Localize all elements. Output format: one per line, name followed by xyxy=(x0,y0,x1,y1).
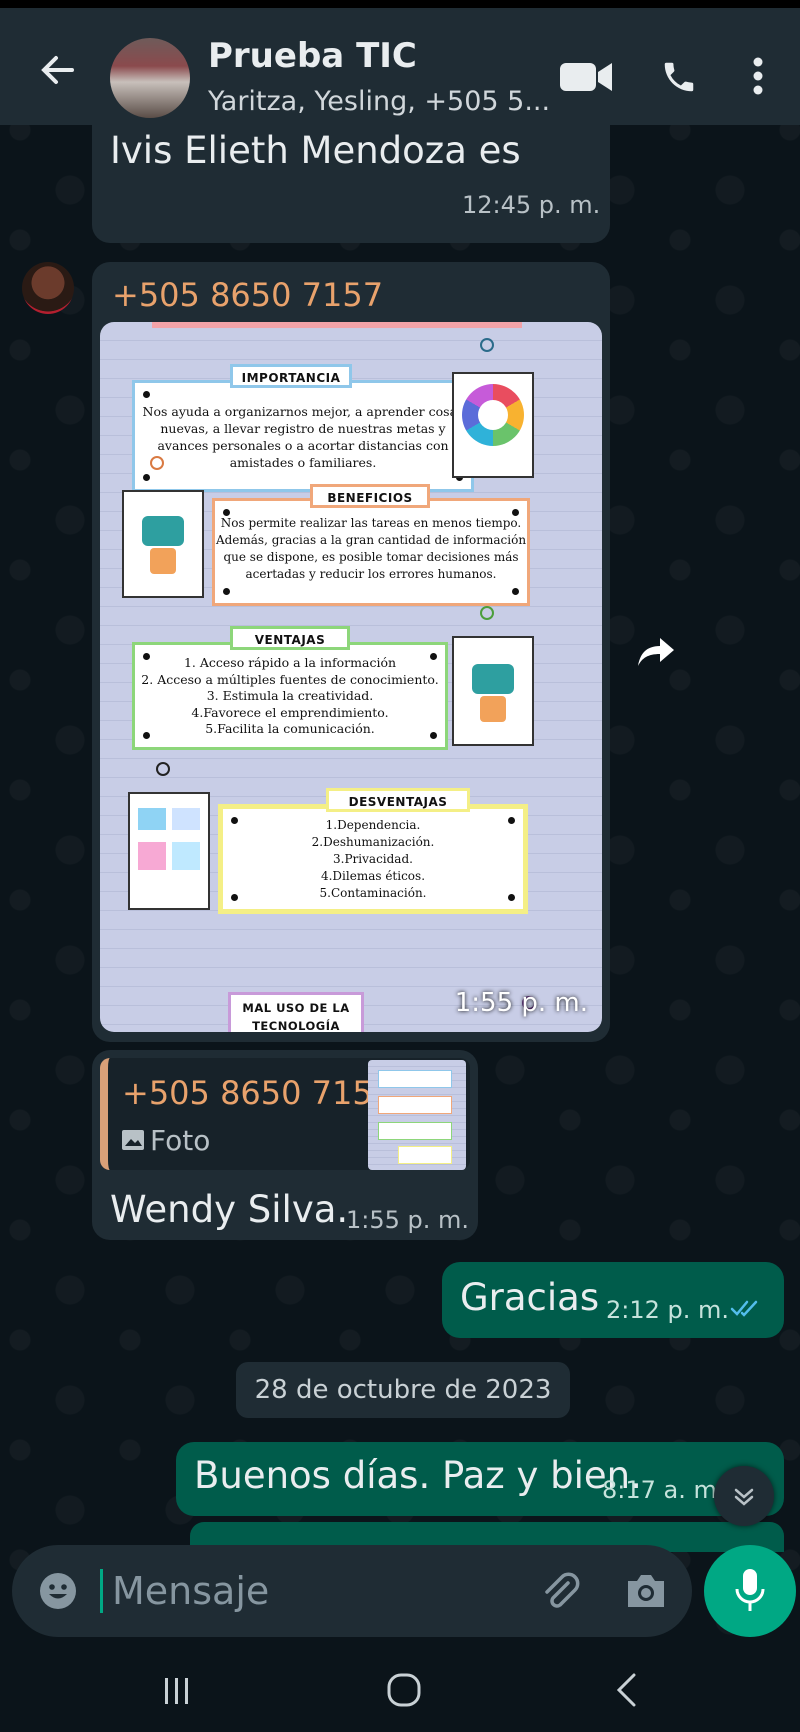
outgoing-message-bubble[interactable]: Gracias 2:12 p. m. xyxy=(442,1262,784,1338)
ventajas-line: 2. Acceso a múltiples fuentes de conocim… xyxy=(141,671,439,687)
poster-image xyxy=(128,792,210,910)
ventajas-line: 1. Acceso rápido a la información xyxy=(183,655,397,670)
attach-icon[interactable] xyxy=(538,1569,582,1613)
importancia-title: IMPORTANCIA xyxy=(230,364,352,388)
poster-image xyxy=(452,636,534,746)
message-text: Buenos días. Paz y bien. xyxy=(194,1454,642,1497)
importancia-line: avances personales o a acortar distancia… xyxy=(157,438,449,453)
desventajas-line: 3.Privacidad. xyxy=(333,852,413,866)
importancia-line: amistades o familiares. xyxy=(229,455,377,470)
group-avatar[interactable] xyxy=(110,38,190,118)
beneficios-line: Nos permite realizar las tareas en menos… xyxy=(220,516,522,530)
pin-icon xyxy=(150,456,164,470)
quoted-sender: +505 8650 7157 xyxy=(122,1074,394,1112)
ventajas-line: 3. Estimula la creatividad. xyxy=(206,688,374,703)
system-navigation-bar xyxy=(0,1650,800,1732)
recent-apps-icon[interactable] xyxy=(162,1676,192,1706)
scroll-down-button[interactable] xyxy=(714,1466,774,1526)
home-icon[interactable] xyxy=(386,1672,422,1708)
date-separator: 28 de octubre de 2023 xyxy=(236,1362,570,1418)
ventajas-text: 1. Acceso rápido a la información 2. Acc… xyxy=(135,655,445,738)
poster-image xyxy=(452,372,534,478)
importancia-text: Nos ayuda a organizarnos mejor, a aprend… xyxy=(135,403,471,471)
pin-icon xyxy=(156,762,170,776)
message-time: 2:12 p. m. xyxy=(606,1296,730,1324)
desventajas-line: 5.Contaminación. xyxy=(319,886,427,900)
message-text: Wendy Silva. xyxy=(110,1188,349,1231)
importancia-card: Nos ayuda a organizarnos mejor, a aprend… xyxy=(132,380,474,492)
camera-icon[interactable] xyxy=(624,1571,668,1611)
desventajas-line: 2.Deshumanización. xyxy=(311,835,435,849)
ventajas-card: 1. Acceso rápido a la información 2. Acc… xyxy=(132,642,448,750)
message-time: 8:17 a. m xyxy=(602,1476,717,1504)
group-participants[interactable]: Yaritza, Yesling, +505 5... xyxy=(208,86,550,117)
ventajas-title: VENTAJAS xyxy=(230,626,350,650)
shared-image[interactable]: Nos ayuda a organizarnos mejor, a aprend… xyxy=(100,322,602,1032)
beneficios-line: acertadas y reducir los errores humanos. xyxy=(245,567,497,581)
quoted-type: Foto xyxy=(150,1124,211,1157)
importancia-line: nuevas, a llevar registro de nuestras me… xyxy=(160,421,446,436)
message-input-bar[interactable]: Mensaje xyxy=(12,1545,692,1637)
desventajas-line: 1.Dependencia. xyxy=(325,818,421,832)
phone-icon[interactable] xyxy=(660,58,698,96)
photo-icon xyxy=(122,1130,144,1150)
text-caret xyxy=(100,1569,103,1613)
desventajas-line: 4.Dilemas éticos. xyxy=(320,869,426,883)
image-time: 1:55 p. m. xyxy=(454,988,588,1018)
system-back-icon[interactable] xyxy=(614,1672,638,1708)
beneficios-text: Nos permite realizar las tareas en menos… xyxy=(215,515,527,583)
quoted-thumbnail xyxy=(368,1060,466,1170)
desventajas-text: 1.Dependencia. 2.Deshumanización. 3.Priv… xyxy=(223,817,523,902)
mal-uso-title: MAL USO DE LA TECNOLOGÍA xyxy=(228,992,364,1032)
sender-avatar[interactable] xyxy=(22,262,74,314)
beneficios-title: BENEFICIOS xyxy=(310,484,430,508)
scroll-down-icon xyxy=(734,1488,754,1506)
message-time: 1:55 p. m. xyxy=(346,1206,470,1234)
message-bubble[interactable]: Ivis Elieth Mendoza es 12:45 p. m. xyxy=(92,125,610,243)
outgoing-message-bubble[interactable]: Buenos días. Paz y bien. 8:17 a. m xyxy=(176,1442,784,1516)
read-receipt-icon xyxy=(730,1300,758,1317)
more-options-icon[interactable] xyxy=(752,56,764,96)
ventajas-line: 5.Facilita la comunicación. xyxy=(205,721,375,736)
desventajas-card: 1.Dependencia. 2.Deshumanización. 3.Priv… xyxy=(218,804,528,914)
beneficios-card: Nos permite realizar las tareas en menos… xyxy=(212,498,530,606)
forward-icon[interactable] xyxy=(636,636,676,668)
pin-icon xyxy=(480,338,494,352)
video-call-icon[interactable] xyxy=(560,60,614,94)
message-input[interactable]: Mensaje xyxy=(112,1569,269,1613)
message-text: Gracias xyxy=(460,1276,600,1319)
mic-icon xyxy=(735,1569,765,1611)
emoji-icon[interactable] xyxy=(38,1571,78,1611)
sender-name[interactable]: +505 8650 7157 xyxy=(112,276,383,314)
beneficios-line: que se dispone, es posible tomar decisio… xyxy=(223,550,519,564)
image-top-strip xyxy=(152,322,522,328)
pin-icon xyxy=(480,606,494,620)
mic-button[interactable] xyxy=(704,1545,796,1637)
beneficios-line: Además, gracias a la gran cantidad de in… xyxy=(215,533,527,547)
poster-image xyxy=(122,490,204,598)
importancia-line: Nos ayuda a organizarnos mejor, a aprend… xyxy=(142,404,464,419)
desventajas-title: DESVENTAJAS xyxy=(326,788,470,812)
group-title[interactable]: Prueba TIC xyxy=(208,36,417,76)
back-arrow-icon[interactable] xyxy=(38,50,78,90)
ventajas-line: 4.Favorece el emprendimiento. xyxy=(191,704,389,720)
chat-header: Prueba TIC Yaritza, Yesling, +505 5... xyxy=(0,0,800,125)
message-text: Ivis Elieth Mendoza es xyxy=(110,129,521,172)
message-time: 12:45 p. m. xyxy=(462,191,601,219)
